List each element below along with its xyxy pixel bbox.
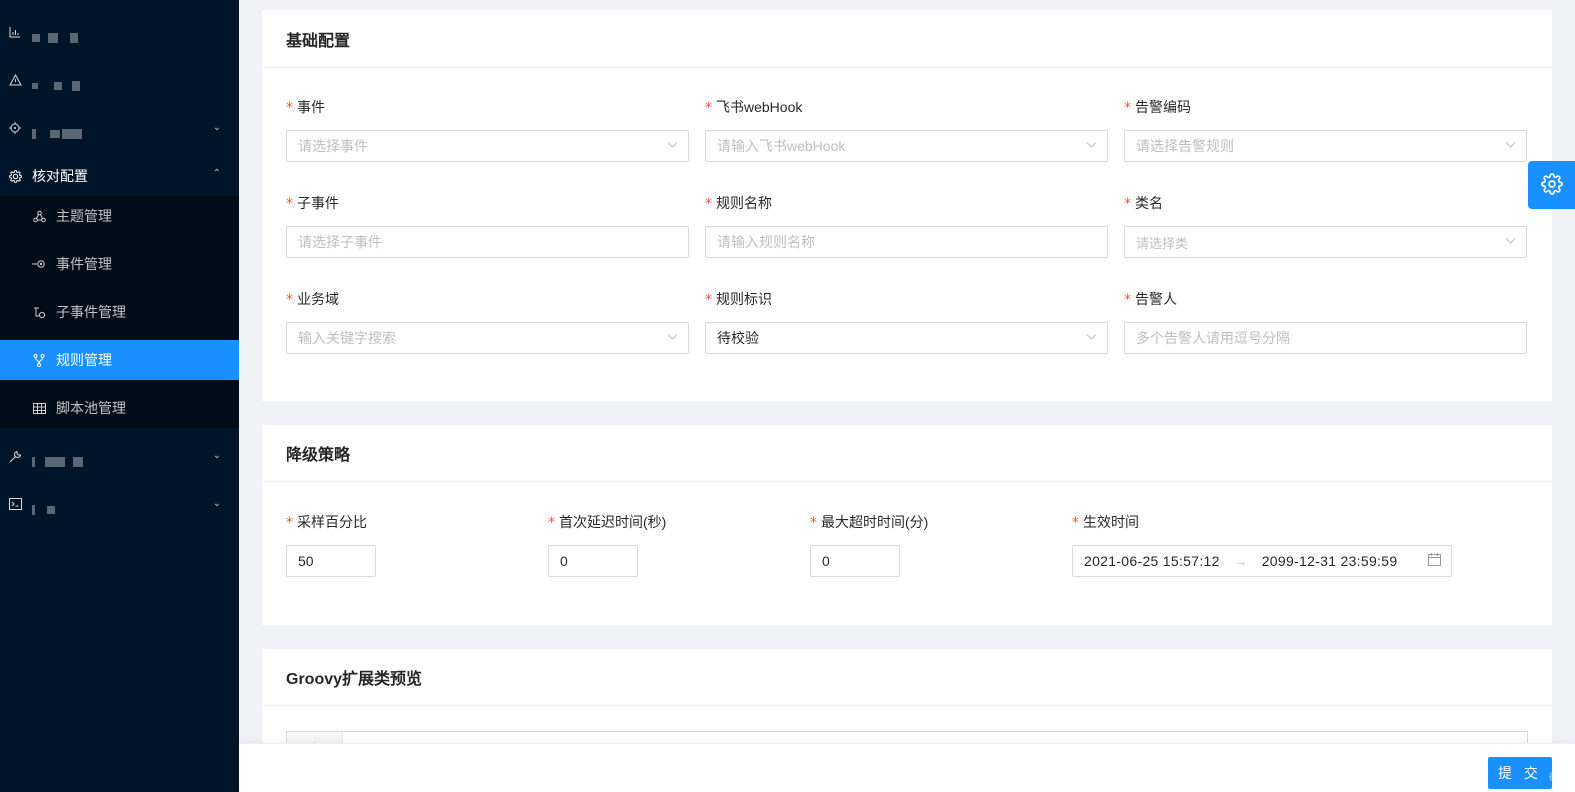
class-name-label: 类名 bbox=[1135, 195, 1163, 211]
sidebar-item-label: 子事件管理 bbox=[56, 304, 126, 320]
class-name-field: * 类名 请选择类 bbox=[1124, 192, 1527, 258]
first-delay-input[interactable]: 0 bbox=[548, 545, 638, 577]
rule-flag-field: * 规则标识 待校验 bbox=[705, 288, 1108, 354]
max-timeout-label: 最大超时时间(分) bbox=[821, 514, 929, 530]
chevron-down-icon bbox=[1086, 331, 1097, 345]
event-label: 事件 bbox=[297, 99, 325, 115]
cluster-icon bbox=[32, 209, 46, 223]
class-name-select[interactable]: 请选择类 bbox=[1124, 226, 1527, 258]
range-end[interactable]: 2099-12-31 23:59:59 bbox=[1262, 553, 1398, 569]
effective-time-field: * 生效时间 2021-06-25 15:57:12 → 2099-12-31 2… bbox=[1072, 511, 1452, 577]
business-domain-label: 业务域 bbox=[297, 291, 339, 307]
tool-icon bbox=[8, 449, 22, 463]
range-separator: → bbox=[1233, 553, 1248, 569]
sidebar-item-console[interactable]: ⌄ bbox=[0, 484, 239, 524]
max-timeout-field: * 最大超时时间(分) 0 bbox=[810, 511, 1010, 577]
feishu-webhook-label: 飞书webHook bbox=[716, 99, 803, 115]
feishu-webhook-select[interactable]: 请输入飞书webHook bbox=[705, 130, 1108, 162]
sidebar-item-monitor[interactable]: ⌄ bbox=[0, 108, 239, 148]
sample-percent-label: 采样百分比 bbox=[297, 514, 367, 530]
alert-person-input[interactable]: 多个告警人请用逗号分隔 bbox=[1124, 322, 1527, 354]
redacted-label bbox=[32, 129, 82, 139]
chevron-down-icon: ⌄ bbox=[212, 122, 221, 133]
degrade-title: 降级策略 bbox=[262, 425, 1552, 482]
sidebar-item-events[interactable]: 事件管理 bbox=[0, 244, 239, 284]
chevron-down-icon bbox=[667, 331, 678, 345]
alert-code-field: * 告警编码 请选择告警规则 bbox=[1124, 96, 1527, 162]
sidebar-item-label: 规则管理 bbox=[56, 352, 112, 368]
degrade-card: 降级策略 * 采样百分比 50 * 首次延迟时间(秒) 0 * 最大超时时间(分) 0… bbox=[262, 425, 1552, 625]
effective-time-label: 生效时间 bbox=[1083, 514, 1139, 530]
rule-flag-label: 规则标识 bbox=[716, 291, 772, 307]
chevron-down-icon bbox=[1505, 139, 1516, 153]
redacted-label bbox=[32, 33, 78, 43]
sub-event-input[interactable]: 请选择子事件 bbox=[286, 226, 689, 258]
chevron-down-icon bbox=[1505, 235, 1516, 249]
first-delay-field: * 首次延迟时间(秒) 0 bbox=[548, 511, 748, 577]
alert-person-field: * 告警人 多个告警人请用逗号分隔 bbox=[1124, 288, 1527, 354]
business-domain-field: * 业务域 输入关键字搜索 bbox=[286, 288, 689, 354]
alert-code-label: 告警编码 bbox=[1135, 99, 1191, 115]
aim-icon bbox=[8, 121, 22, 135]
sidebar-item-label: 主题管理 bbox=[56, 208, 112, 224]
calendar-icon bbox=[1428, 553, 1441, 569]
main-content: 基础配置 * 事件 请选择事件 * 飞书webHook 请输入飞书webHook *… bbox=[239, 0, 1575, 792]
chevron-down-icon: ⌄ bbox=[212, 498, 221, 509]
settings-drawer-button[interactable] bbox=[1528, 161, 1575, 209]
sidebar-item-dashboard[interactable] bbox=[0, 12, 239, 52]
basic-config-title: 基础配置 bbox=[262, 10, 1552, 68]
sidebar-item-config-label: 核对配置 bbox=[32, 168, 88, 184]
alert-person-label: 告警人 bbox=[1135, 291, 1177, 307]
config-submenu: 主题管理 事件管理 子事件管理 规则管理 脚本池管理 bbox=[0, 196, 239, 428]
rule-name-input[interactable]: 请输入规则名称 bbox=[705, 226, 1108, 258]
table-icon bbox=[32, 401, 46, 415]
watermark: 得物 bbox=[1548, 772, 1567, 782]
event-field: * 事件 请选择事件 bbox=[286, 96, 689, 162]
max-timeout-input[interactable]: 0 bbox=[810, 545, 900, 577]
sidebar-item-topics[interactable]: 主题管理 bbox=[0, 196, 239, 236]
footer-bar: 提 交 得物 bbox=[239, 743, 1575, 792]
sub-event-label: 子事件 bbox=[297, 195, 339, 211]
sub-node-icon bbox=[32, 305, 46, 319]
sample-percent-field: * 采样百分比 50 bbox=[286, 511, 486, 577]
business-domain-select[interactable]: 输入关键字搜索 bbox=[286, 322, 689, 354]
gear-icon bbox=[8, 169, 22, 183]
sidebar-item-subevents[interactable]: 子事件管理 bbox=[0, 292, 239, 332]
terminal-icon bbox=[8, 497, 22, 511]
bar-chart-icon bbox=[8, 25, 22, 39]
effective-time-range-picker[interactable]: 2021-06-25 15:57:12 → 2099-12-31 23:59:5… bbox=[1072, 545, 1452, 577]
sidebar: ⌄ 核对配置 ⌃ 主题管理 事件管理 子事件管理 规则管理 脚本池管理 ⌄ ⌄ bbox=[0, 0, 239, 792]
submit-button[interactable]: 提 交 bbox=[1488, 757, 1552, 789]
sidebar-item-alerts[interactable] bbox=[0, 60, 239, 100]
rule-name-field: * 规则名称 请输入规则名称 bbox=[705, 192, 1108, 258]
branches-icon bbox=[32, 353, 46, 367]
redacted-label bbox=[32, 81, 80, 91]
alert-code-select[interactable]: 请选择告警规则 bbox=[1124, 130, 1527, 162]
chevron-up-icon: ⌃ bbox=[212, 168, 221, 179]
chevron-down-icon bbox=[667, 139, 678, 153]
sidebar-item-rules[interactable]: 规则管理 bbox=[0, 340, 239, 380]
groovy-title: Groovy扩展类预览 bbox=[262, 649, 1552, 706]
rule-flag-select[interactable]: 待校验 bbox=[705, 322, 1108, 354]
redacted-label bbox=[32, 457, 83, 467]
gear-icon bbox=[1540, 172, 1563, 198]
sidebar-item-tools[interactable]: ⌄ bbox=[0, 436, 239, 476]
feishu-webhook-field: * 飞书webHook 请输入飞书webHook bbox=[705, 96, 1108, 162]
sidebar-item-label: 事件管理 bbox=[56, 256, 112, 272]
rule-name-label: 规则名称 bbox=[716, 195, 772, 211]
first-delay-label: 首次延迟时间(秒) bbox=[559, 514, 667, 530]
warning-icon bbox=[8, 73, 22, 87]
sample-percent-input[interactable]: 50 bbox=[286, 545, 376, 577]
redacted-label bbox=[32, 505, 55, 515]
event-select[interactable]: 请选择事件 bbox=[286, 130, 689, 162]
chevron-down-icon bbox=[1086, 139, 1097, 153]
basic-config-card: 基础配置 * 事件 请选择事件 * 飞书webHook 请输入飞书webHook *… bbox=[262, 10, 1552, 401]
chevron-down-icon: ⌄ bbox=[212, 450, 221, 461]
node-icon bbox=[32, 257, 46, 271]
sidebar-item-scripts[interactable]: 脚本池管理 bbox=[0, 388, 239, 428]
range-start[interactable]: 2021-06-25 15:57:12 bbox=[1084, 553, 1220, 569]
sidebar-item-label: 脚本池管理 bbox=[56, 400, 126, 416]
sub-event-field: * 子事件 请选择子事件 bbox=[286, 192, 689, 258]
sidebar-item-config[interactable]: 核对配置 ⌃ bbox=[0, 156, 239, 196]
